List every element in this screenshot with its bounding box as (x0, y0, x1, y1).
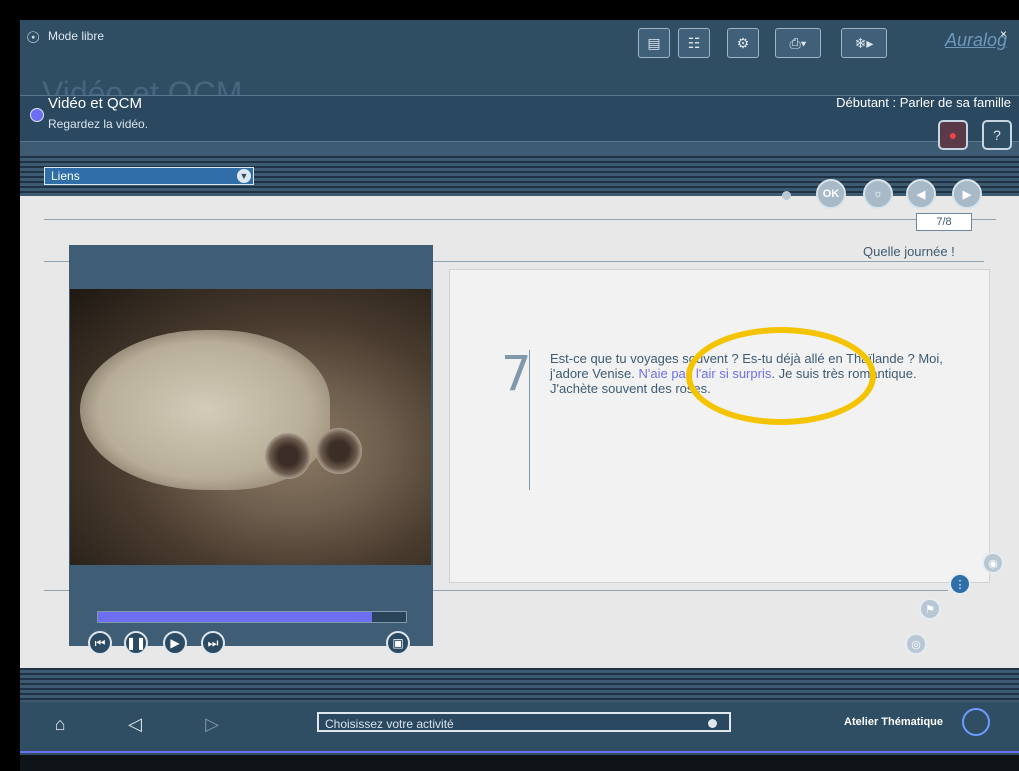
app-logo-icon: ☉ (26, 30, 41, 47)
section-title: Quelle journée ! (863, 244, 955, 259)
question-divider (529, 350, 530, 490)
atelier-label[interactable]: Atelier Thématique (844, 716, 943, 728)
ok-button[interactable]: OK (816, 179, 846, 209)
record-button[interactable]: ● (938, 120, 968, 150)
nav-indicator-dot (782, 191, 791, 200)
divider (433, 590, 948, 591)
links-dropdown-label: Liens (51, 169, 80, 183)
flag-icon[interactable]: ⚑ (919, 598, 941, 620)
book-icon[interactable]: ☷ (678, 28, 710, 58)
activity-indicator (30, 108, 44, 122)
video-subject-eye (316, 428, 362, 474)
question-number: 7 (501, 346, 532, 402)
question-card (449, 269, 990, 583)
bottom-accent-line (20, 751, 1019, 753)
footer-strip (20, 755, 1019, 771)
document-icon[interactable]: ▤ (638, 28, 670, 58)
back-icon[interactable]: ◁ (120, 709, 150, 739)
previous-icon[interactable]: ◀ (906, 179, 936, 209)
level-label: Débutant : Parler de sa famille (836, 95, 1011, 110)
atelier-ring-icon[interactable] (962, 708, 990, 736)
help-icon[interactable]: ? (982, 120, 1012, 150)
divider (44, 590, 69, 591)
links-dropdown[interactable]: Liens ▼ (44, 167, 254, 185)
chevron-down-icon: ▼ (237, 169, 251, 183)
activity-title: Vidéo et QCM (48, 95, 142, 112)
next-icon[interactable]: ▶ (952, 179, 982, 209)
pause-icon[interactable]: ❚❚ (124, 631, 148, 655)
camera-icon[interactable]: ◎ (905, 633, 927, 655)
activity-instruction: Regardez la vidéo. (48, 117, 149, 131)
skip-back-icon[interactable]: ⏮ (88, 631, 112, 655)
skip-forward-icon[interactable]: ⏭ (201, 631, 225, 655)
divider (44, 219, 916, 220)
current-step-icon[interactable]: ⋮ (949, 573, 971, 595)
play-icon[interactable]: ▶ (163, 631, 187, 655)
chooser-dot-icon (708, 719, 717, 728)
application-window: ☉ Mode libre × ▤ ☷ ⚙ ⎙▾ ❄▸ Auralog Vidéo… (20, 20, 1019, 771)
divider (970, 219, 996, 220)
settings-icon[interactable]: ⚙ (727, 28, 759, 58)
forward-icon[interactable]: ▷ (197, 709, 227, 739)
brand-logo[interactable]: Auralog (945, 30, 1007, 51)
print-icon[interactable]: ⎙▾ (775, 28, 821, 58)
video-progress-fill (98, 612, 372, 622)
hint-icon[interactable]: ☼ (863, 179, 893, 209)
fullscreen-icon[interactable]: ▣ (386, 631, 410, 655)
activity-chooser[interactable]: Choisissez votre activité (317, 712, 731, 732)
page-counter: 7/8 (916, 213, 972, 231)
highlight-annotation (686, 327, 876, 425)
home-icon[interactable]: ⌂ (45, 709, 75, 739)
map-node-icon[interactable]: ◉ (982, 552, 1004, 574)
video-subject-eye (265, 433, 311, 479)
mode-label: Mode libre (48, 29, 105, 43)
walker-icon[interactable]: ❄▸ (841, 28, 887, 58)
decorative-map-band (20, 668, 1019, 702)
activity-chooser-label: Choisissez votre activité (325, 717, 454, 731)
